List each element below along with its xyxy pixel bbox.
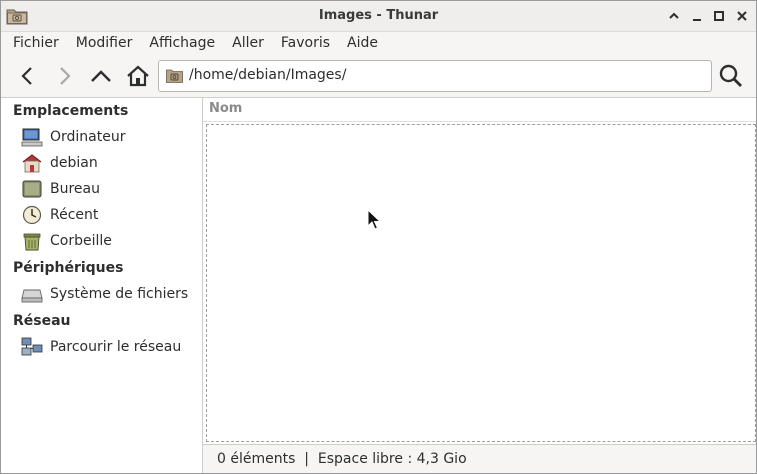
thunar-window: Images - Thunar Fichier Modifier Afficha… (0, 0, 757, 474)
shade-button[interactable] (665, 7, 683, 25)
sidebar-section-peripheriques: Périphériques (13, 260, 124, 276)
menu-aller[interactable]: Aller (224, 35, 272, 51)
search-icon (719, 64, 742, 87)
close-button[interactable] (733, 7, 751, 25)
menu-affichage[interactable]: Affichage (141, 35, 223, 51)
menu-aide[interactable]: Aide (339, 35, 386, 51)
sidebar-item-parcourir-le-reseau[interactable]: Parcourir le réseau (21, 336, 196, 358)
parent-folder-button[interactable] (87, 63, 115, 89)
menu-modifier[interactable]: Modifier (68, 35, 141, 51)
back-button[interactable] (14, 63, 42, 89)
desktop-icon (22, 180, 42, 198)
title-bar[interactable]: Images - Thunar (1, 1, 756, 32)
sidebar-item-systeme-de-fichiers[interactable]: Système de fichiers (21, 283, 196, 305)
location-bar[interactable]: /home/debian/Images/ (158, 60, 712, 92)
sidebar-section-reseau: Réseau (13, 313, 71, 329)
folder-icon (166, 69, 183, 83)
minimize-button[interactable] (688, 7, 706, 25)
sidebar: Emplacements Ordinateur debian Bureau Ré… (1, 98, 203, 473)
computer-icon (21, 128, 43, 147)
arrow-left-icon (21, 67, 32, 85)
home-icon (127, 65, 149, 87)
maximize-button[interactable] (710, 7, 728, 25)
mouse-cursor-icon (367, 209, 381, 230)
network-icon (21, 337, 43, 356)
menu-bar: Fichier Modifier Affichage Aller Favoris… (1, 32, 756, 54)
menu-fichier[interactable]: Fichier (5, 35, 67, 51)
file-list-area[interactable] (206, 124, 756, 442)
sidebar-item-recent[interactable]: Récent (21, 204, 196, 226)
chevron-up-icon (669, 12, 679, 19)
sidebar-section-emplacements: Emplacements (13, 103, 129, 119)
drive-icon (21, 289, 43, 303)
menu-favoris[interactable]: Favoris (273, 35, 338, 51)
sidebar-item-ordinateur[interactable]: Ordinateur (21, 126, 196, 148)
sidebar-item-debian[interactable]: debian (21, 152, 196, 174)
status-text: 0 éléments | Espace libre : 4,3 Gio (217, 451, 467, 467)
minimize-icon (693, 19, 701, 21)
arrow-up-icon (91, 70, 111, 82)
file-view: Nom (203, 98, 756, 444)
status-bar: 0 éléments | Espace libre : 4,3 Gio (203, 444, 756, 473)
trash-icon (23, 233, 41, 251)
column-header-nom[interactable]: Nom (203, 98, 756, 122)
recent-clock-icon (22, 205, 42, 225)
toolbar: /home/debian/Images/ (1, 55, 756, 98)
sidebar-item-bureau[interactable]: Bureau (21, 178, 196, 200)
arrow-right-icon (60, 67, 71, 85)
window-title: Images - Thunar (318, 8, 439, 23)
home-folder-icon (22, 154, 42, 173)
home-button[interactable] (124, 63, 152, 89)
maximize-icon (714, 11, 724, 21)
search-button[interactable] (717, 63, 745, 89)
sidebar-item-corbeille[interactable]: Corbeille (21, 230, 196, 252)
location-path[interactable]: /home/debian/Images/ (189, 67, 346, 83)
forward-button[interactable] (50, 63, 78, 89)
close-icon (737, 11, 747, 21)
